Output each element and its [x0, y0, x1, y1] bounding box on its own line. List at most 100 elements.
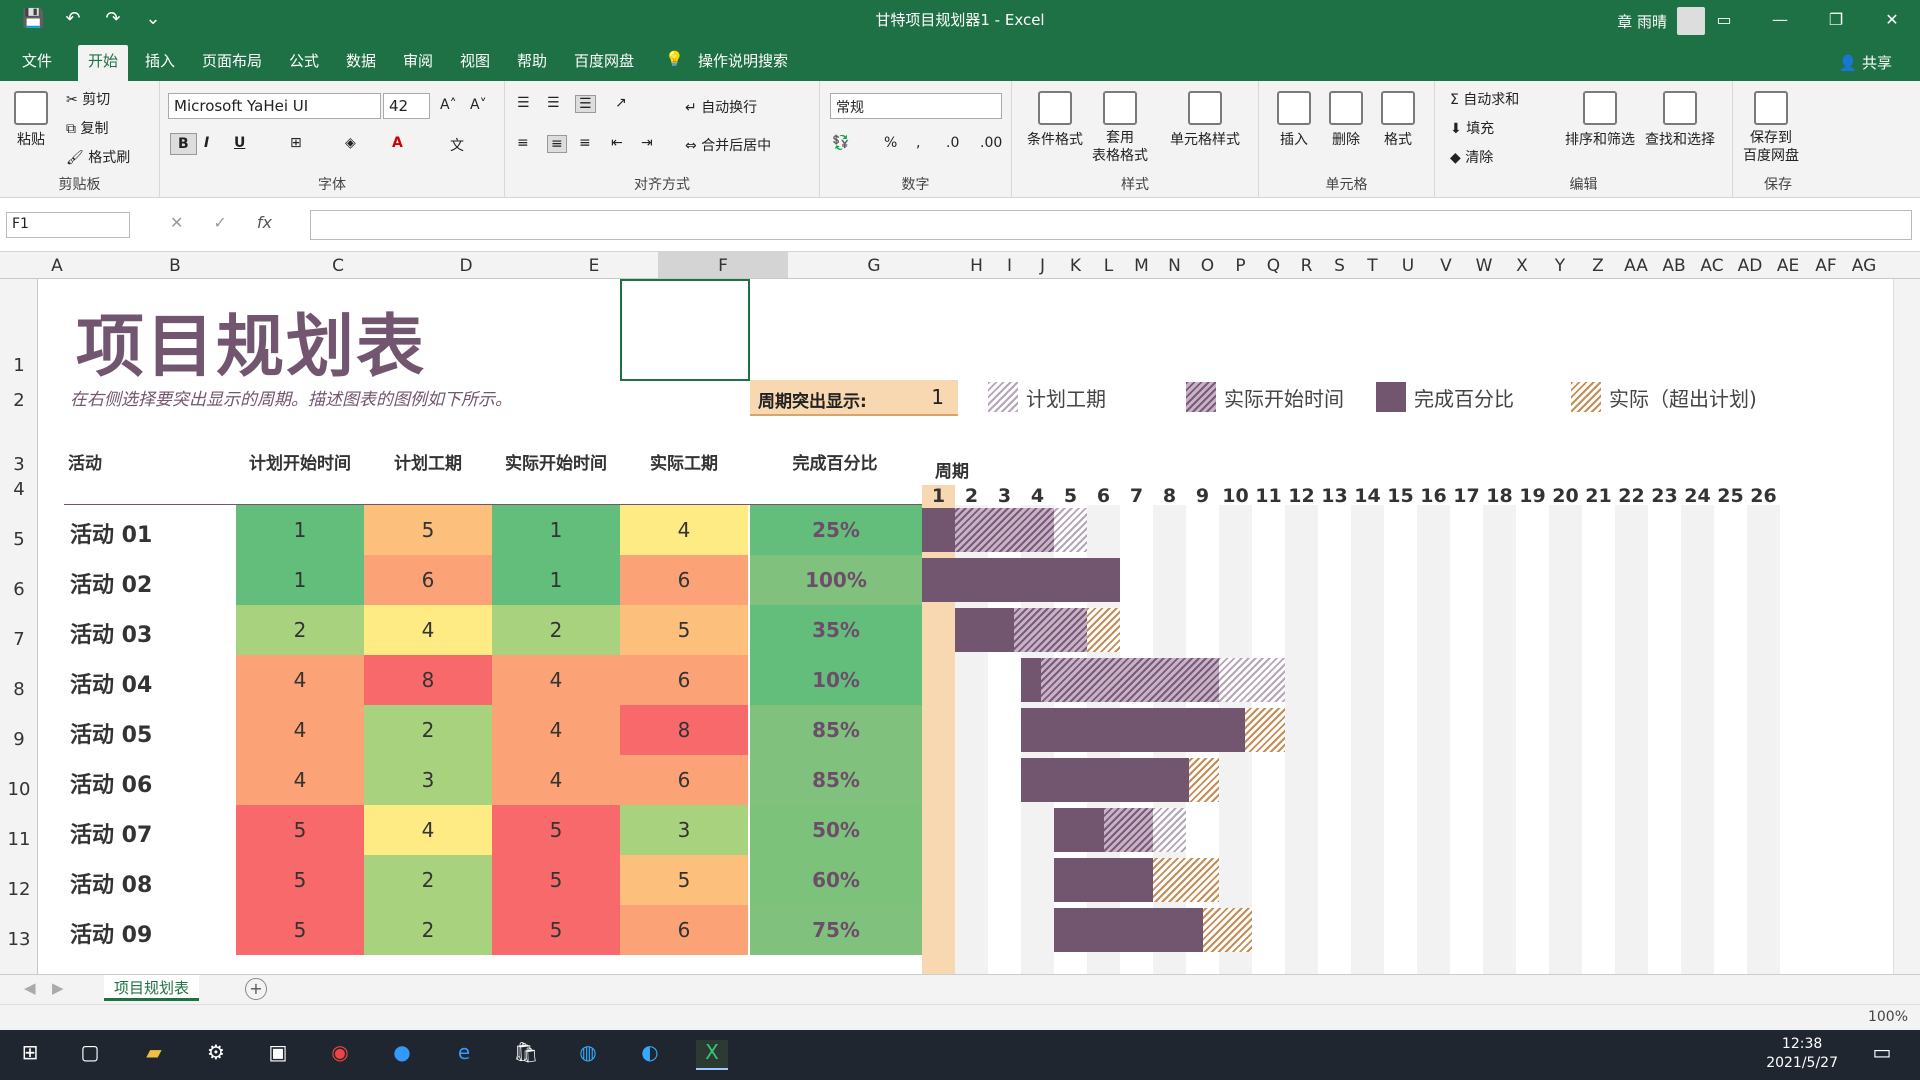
user-account[interactable]: 章 雨晴	[1617, 7, 1705, 35]
format-cells-button[interactable]: 格式	[1381, 91, 1415, 149]
percent-cell[interactable]: 10%	[750, 655, 922, 705]
row-header[interactable]: 1	[0, 355, 38, 376]
percent-cell[interactable]: 60%	[750, 855, 922, 905]
increase-indent-icon[interactable]: ⇥	[641, 135, 653, 151]
data-cell[interactable]: 6	[620, 755, 748, 805]
decrease-decimal-icon[interactable]: .00	[980, 135, 1002, 151]
merge-center-button[interactable]: ⇔ 合并后居中	[685, 135, 771, 155]
row-header[interactable]: 7	[0, 629, 38, 650]
data-cell[interactable]: 6	[620, 555, 748, 605]
percent-cell[interactable]: 75%	[750, 905, 922, 955]
data-cell[interactable]: 1	[492, 505, 620, 555]
activity-name[interactable]: 活动 06	[70, 767, 152, 799]
data-cell[interactable]: 5	[236, 905, 364, 955]
tab-page-layout[interactable]: 页面布局	[202, 50, 262, 71]
tab-baidu-netdisk[interactable]: 百度网盘	[574, 50, 634, 71]
column-header[interactable]: O	[1191, 256, 1224, 276]
column-header[interactable]: V	[1427, 256, 1465, 276]
notification-icon[interactable]: ▭	[1866, 1040, 1898, 1070]
tab-data[interactable]: 数据	[346, 50, 376, 71]
column-header[interactable]: N	[1158, 256, 1191, 276]
align-top-icon[interactable]: ☰	[517, 95, 530, 111]
column-header[interactable]: H	[960, 256, 993, 276]
data-cell[interactable]: 4	[620, 505, 748, 555]
formula-input[interactable]	[310, 210, 1912, 240]
data-cell[interactable]: 2	[364, 705, 492, 755]
decrease-indent-icon[interactable]: ⇤	[611, 135, 623, 151]
data-cell[interactable]: 2	[364, 905, 492, 955]
tab-insert[interactable]: 插入	[145, 50, 175, 71]
tab-home[interactable]: 开始	[78, 45, 129, 81]
insert-function-icon[interactable]: fx	[257, 213, 272, 232]
column-header[interactable]: C	[274, 256, 402, 276]
app-l-icon[interactable]: ●	[386, 1040, 418, 1070]
column-header[interactable]: X	[1503, 256, 1541, 276]
data-cell[interactable]: 5	[236, 855, 364, 905]
data-cell[interactable]: 5	[620, 605, 748, 655]
data-cell[interactable]: 3	[364, 755, 492, 805]
data-cell[interactable]: 6	[364, 555, 492, 605]
file-explorer-icon[interactable]: ▰	[138, 1040, 170, 1070]
activity-name[interactable]: 活动 04	[70, 667, 152, 699]
data-cell[interactable]: 5	[492, 855, 620, 905]
align-left-icon[interactable]: ≡	[517, 135, 529, 151]
phonetic-icon[interactable]: 文	[450, 135, 464, 155]
align-bottom-icon[interactable]: ☰	[575, 95, 596, 113]
period-highlight-box[interactable]: 周期突出显示: 1	[750, 380, 958, 416]
increase-decimal-icon[interactable]: .0	[946, 135, 959, 151]
align-center-icon[interactable]: ≡	[547, 135, 567, 153]
row-header[interactable]: 2	[0, 390, 38, 411]
percent-cell[interactable]: 35%	[750, 605, 922, 655]
store-icon[interactable]: 🛍	[510, 1040, 542, 1070]
column-header[interactable]: M	[1125, 256, 1158, 276]
data-cell[interactable]: 5	[492, 905, 620, 955]
data-cell[interactable]: 5	[492, 805, 620, 855]
data-cell[interactable]: 8	[620, 705, 748, 755]
activity-name[interactable]: 活动 02	[70, 567, 152, 599]
share-button[interactable]: 👤 共享	[1839, 52, 1892, 73]
enter-icon[interactable]: ✓	[213, 213, 226, 232]
font-name-select[interactable]: Microsoft YaHei UI	[168, 93, 381, 119]
column-header[interactable]: Z	[1579, 256, 1617, 276]
column-header[interactable]: W	[1465, 256, 1503, 276]
tell-me-search[interactable]: 操作说明搜索	[698, 50, 788, 71]
data-cell[interactable]: 6	[620, 655, 748, 705]
activity-name[interactable]: 活动 09	[70, 917, 152, 949]
percent-cell[interactable]: 85%	[750, 705, 922, 755]
column-header[interactable]: B	[76, 256, 274, 276]
column-header[interactable]: AC	[1693, 256, 1731, 276]
fill-color-icon[interactable]: ◈	[345, 135, 356, 151]
worksheet-grid[interactable]: 项目规划表 在右侧选择要突出显示的周期。描述图表的图例如下所示。 周期突出显示:…	[38, 279, 1893, 974]
column-header[interactable]: I	[993, 256, 1026, 276]
data-cell[interactable]: 4	[364, 805, 492, 855]
tab-help[interactable]: 帮助	[517, 50, 547, 71]
data-cell[interactable]: 5	[236, 805, 364, 855]
copy-button[interactable]: ⧉ 复制	[66, 118, 108, 138]
data-cell[interactable]: 4	[492, 705, 620, 755]
find-select-button[interactable]: 查找和选择	[1645, 91, 1715, 149]
column-header[interactable]: Q	[1257, 256, 1290, 276]
data-cell[interactable]: 4	[236, 705, 364, 755]
percent-cell[interactable]: 50%	[750, 805, 922, 855]
percent-icon[interactable]: %	[884, 135, 897, 151]
underline-button[interactable]: U	[234, 135, 245, 151]
column-header[interactable]: A	[38, 256, 76, 276]
format-as-table-button[interactable]: 套用 表格格式	[1092, 91, 1148, 165]
decrease-font-icon[interactable]: A˅	[470, 97, 487, 113]
paste-button[interactable]: 粘贴	[14, 91, 48, 149]
windows-start-icon[interactable]: ⊞	[14, 1040, 46, 1070]
name-box[interactable]: F1	[6, 212, 130, 238]
column-header[interactable]: L	[1092, 256, 1125, 276]
scroll-tabs-right-icon[interactable]: ▶	[52, 979, 64, 997]
conditional-format-button[interactable]: 条件格式	[1027, 91, 1083, 149]
column-header[interactable]: AD	[1731, 256, 1769, 276]
borders-icon[interactable]: ⊞	[290, 135, 302, 151]
data-cell[interactable]: 1	[236, 555, 364, 605]
column-header[interactable]: K	[1059, 256, 1092, 276]
row-header[interactable]: 8	[0, 679, 38, 700]
data-cell[interactable]: 4	[492, 655, 620, 705]
number-format-select[interactable]: 常规	[830, 93, 1002, 119]
data-cell[interactable]: 1	[236, 505, 364, 555]
row-header[interactable]: 13	[0, 929, 38, 950]
column-header[interactable]: D	[402, 256, 530, 276]
